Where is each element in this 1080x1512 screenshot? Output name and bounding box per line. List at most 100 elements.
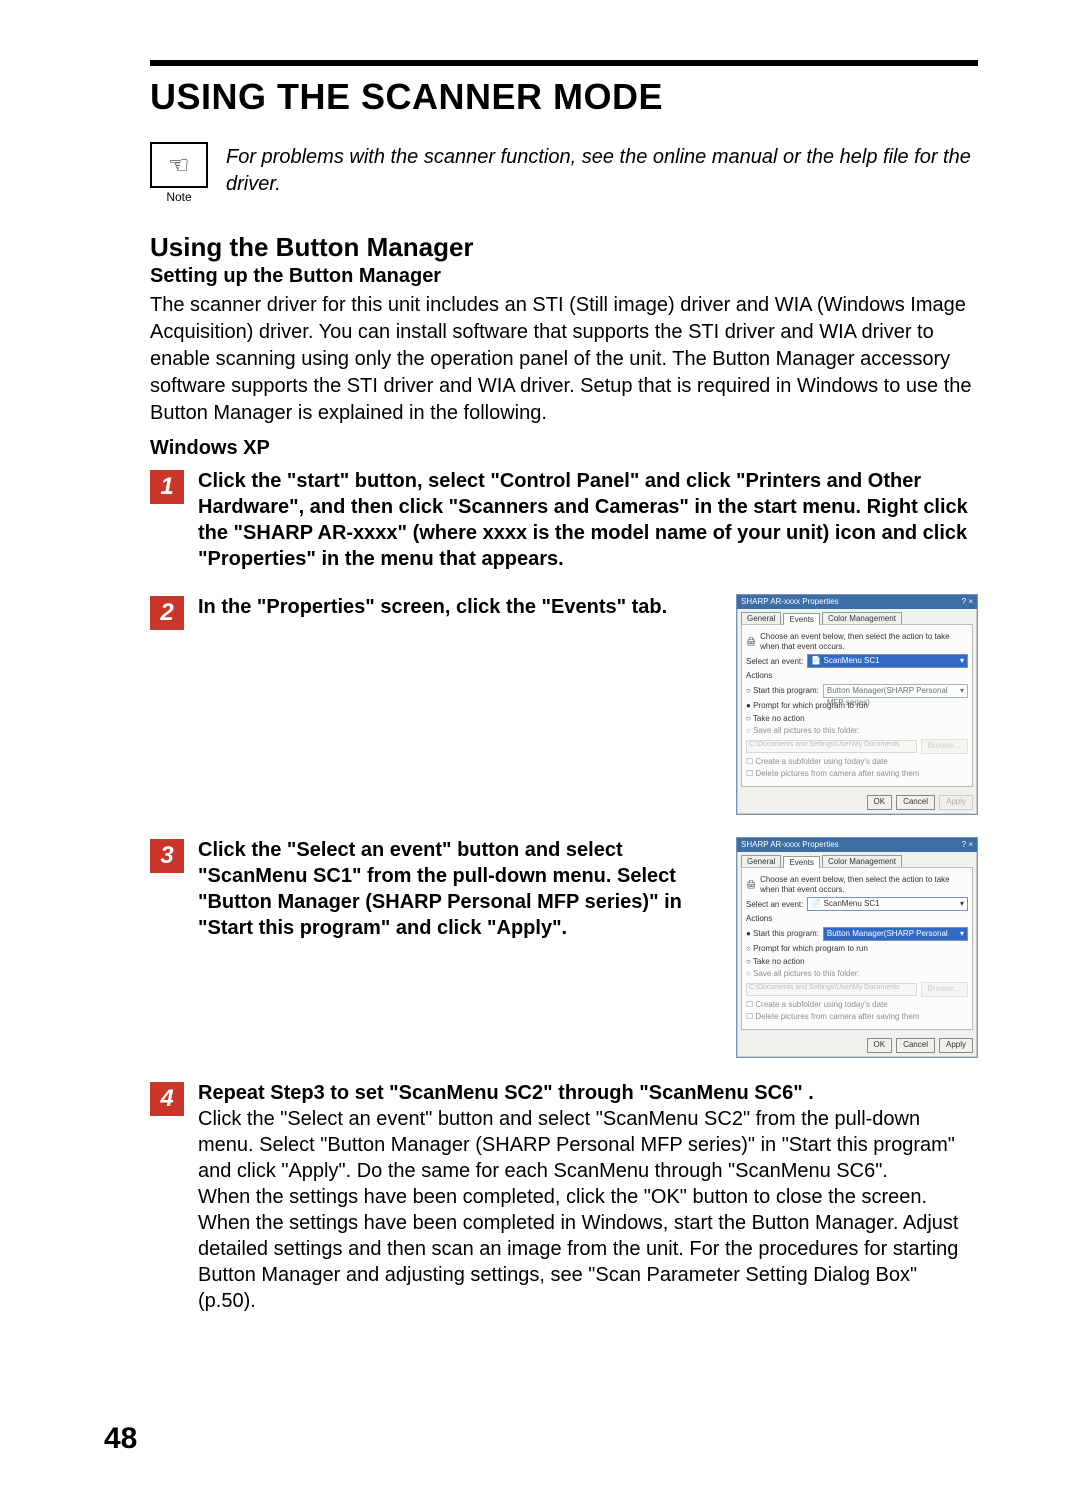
checkbox[interactable]: Create a subfolder using today's date — [746, 1000, 888, 1010]
scanner-icon: 🖨 — [746, 637, 756, 647]
apply-button[interactable]: Apply — [939, 795, 973, 810]
select-event-label: Select an event: — [746, 900, 803, 910]
step-body: Click the "Select an event" button and s… — [198, 837, 978, 1058]
step-row: Click the "Select an event" button and s… — [198, 837, 978, 1058]
dialog-hint-text: Choose an event below, then select the a… — [760, 632, 968, 651]
radio-row: Take no action — [746, 957, 968, 967]
window-controls[interactable]: ? × — [962, 840, 973, 850]
dialog-title-text: SHARP AR-xxxx Properties — [741, 597, 839, 607]
chevron-down-icon: ▾ — [960, 928, 964, 940]
dialog-tab[interactable]: Events — [783, 613, 819, 626]
dialog-tab[interactable]: Color Management — [822, 612, 902, 625]
cancel-button[interactable]: Cancel — [896, 1038, 935, 1053]
step-title: Click the "start" button, select "Contro… — [198, 468, 978, 572]
actions-label: Actions — [746, 914, 968, 924]
steps-list: 1 Click the "start" button, select "Contr… — [150, 468, 978, 1314]
select-event-dropdown[interactable]: 📄 ScanMenu SC1▾ — [807, 654, 968, 668]
step-paragraph: Click the "Select an event" button and s… — [198, 1106, 978, 1184]
window-controls[interactable]: ? × — [962, 597, 973, 607]
properties-dialog: SHARP AR-xxxx Properties ? × GeneralEvents… — [736, 594, 978, 815]
manual-page: USING THE SCANNER MODE ☞ Note For proble… — [0, 0, 1080, 1512]
save-path-field[interactable]: C:\Documents and Settings\User\My Docume… — [746, 740, 917, 753]
ok-button[interactable]: OK — [867, 795, 893, 810]
step-number: 4 — [150, 1082, 184, 1116]
ok-button[interactable]: OK — [867, 1038, 893, 1053]
select-event-row: Select an event: 📄 ScanMenu SC1 ▾ — [746, 897, 968, 911]
step-paragraph: When the settings have been completed, c… — [198, 1184, 978, 1314]
checkbox[interactable]: Create a subfolder using today's date — [746, 757, 888, 767]
chevron-down-icon: ▾ — [960, 655, 964, 667]
dialog-button-row: OKCancel Apply — [737, 1034, 977, 1057]
step-text: In the "Properties" screen, click the "E… — [198, 594, 720, 620]
step-title: Click the "Select an event" button and s… — [198, 837, 720, 941]
dialog-tabs: GeneralEventsColor Management — [737, 609, 977, 625]
subsection-heading: Setting up the Button Manager — [150, 265, 978, 288]
sub-check-row: Create a subfolder using today's date — [746, 757, 968, 767]
step: 4 Repeat Step3 to set "ScanMenu SC2" thro… — [150, 1080, 978, 1314]
radio-option[interactable]: Take no action — [746, 714, 805, 724]
note-box: ☞ — [150, 142, 208, 188]
properties-dialog: SHARP AR-xxxx Properties? ×GeneralEvents… — [736, 837, 978, 1058]
select-event-label: Select an event: — [746, 657, 803, 667]
dialog-hint: 🖨Choose an event below, then select the … — [746, 875, 968, 894]
step: 2 In the "Properties" screen, click the "… — [150, 594, 978, 815]
radio-row: Start this program: Button Manager(SHARP … — [746, 684, 968, 698]
step-body: Click the "start" button, select "Contro… — [198, 468, 978, 572]
dialog-button-row: OKCancel Apply — [737, 791, 977, 814]
dialog-tab[interactable]: Color Management — [822, 855, 902, 868]
step-number: 1 — [150, 470, 184, 504]
start-program-dropdown[interactable]: Button Manager(SHARP Personal MFP series… — [823, 927, 968, 941]
save-path-row: C:\Documents and Settings\User\My Docume… — [746, 739, 968, 754]
step-title: Repeat Step3 to set "ScanMenu SC2" throu… — [198, 1080, 978, 1106]
radio-option[interactable]: Take no action — [746, 957, 805, 967]
dialog-titlebar: SHARP AR-xxxx Properties ? × — [737, 595, 977, 609]
radio-option[interactable]: Prompt for which program to run — [746, 944, 868, 954]
browse-button[interactable]: Browse... — [921, 982, 968, 997]
save-path-row: C:\Documents and Settings\User\My Docume… — [746, 982, 968, 997]
cancel-button[interactable]: Cancel — [896, 795, 935, 810]
save-folder-row: Save all pictures to this folder: — [746, 726, 968, 736]
note-text: For problems with the scanner function, … — [226, 142, 978, 198]
step-row: In the "Properties" screen, click the "E… — [198, 594, 978, 815]
note-label: Note — [150, 190, 208, 204]
radio-row: Start this program: Button Manager(SHARP … — [746, 927, 968, 941]
radio-option[interactable]: Start this program: — [746, 686, 819, 696]
select-event-row: Select an event: 📄 ScanMenu SC1▾ — [746, 654, 968, 668]
start-program-value: Button Manager(SHARP Personal MFP series… — [827, 928, 960, 940]
dialog-tab[interactable]: General — [741, 855, 781, 868]
checkbox[interactable]: Delete pictures from camera after saving… — [746, 1012, 919, 1022]
dialog-tab[interactable]: Events — [783, 856, 819, 869]
start-program-dropdown[interactable]: Button Manager(SHARP Personal MFP series… — [823, 684, 968, 698]
select-event-value: 📄 ScanMenu SC1 — [811, 898, 879, 910]
save-folder-radio[interactable]: Save all pictures to this folder: — [746, 969, 860, 979]
step-title: In the "Properties" screen, click the "E… — [198, 594, 720, 620]
note-block: ☞ Note For problems with the scanner fun… — [150, 142, 978, 204]
dialog-tab[interactable]: General — [741, 612, 781, 625]
dialog-body: 🖨 Choose an event below, then select the … — [741, 624, 973, 787]
save-folder-radio[interactable]: Save all pictures to this folder: — [746, 726, 860, 736]
dialog-tabs: GeneralEventsColor Management — [737, 852, 977, 868]
step-text: Click the "Select an event" button and s… — [198, 837, 720, 941]
step: 1 Click the "start" button, select "Contr… — [150, 468, 978, 572]
sub-check-row: Create a subfolder using today's date — [746, 1000, 968, 1010]
radio-row: Take no action — [746, 714, 968, 724]
pointing-hand-icon: ☞ — [168, 151, 190, 180]
section-heading: Using the Button Manager — [150, 232, 978, 263]
page-number: 48 — [104, 1422, 137, 1456]
actions-label: Actions — [746, 671, 968, 681]
step-number: 3 — [150, 839, 184, 873]
note-icon-wrap: ☞ Note — [150, 142, 208, 204]
apply-button[interactable]: Apply — [939, 1038, 973, 1053]
checkbox[interactable]: Delete pictures from camera after saving… — [746, 769, 919, 779]
save-path-field[interactable]: C:\Documents and Settings\User\My Docume… — [746, 983, 917, 996]
step-body: Repeat Step3 to set "ScanMenu SC2" throu… — [198, 1080, 978, 1314]
browse-button[interactable]: Browse... — [921, 739, 968, 754]
step-body: In the "Properties" screen, click the "E… — [198, 594, 978, 815]
dialog-body: 🖨Choose an event below, then select the … — [741, 867, 973, 1030]
select-event-dropdown[interactable]: 📄 ScanMenu SC1 ▾ — [807, 897, 968, 911]
top-rule — [150, 60, 978, 66]
radio-option[interactable]: Start this program: — [746, 929, 819, 939]
chevron-down-icon: ▾ — [960, 898, 964, 910]
step-number: 2 — [150, 596, 184, 630]
chevron-down-icon: ▾ — [960, 685, 964, 697]
